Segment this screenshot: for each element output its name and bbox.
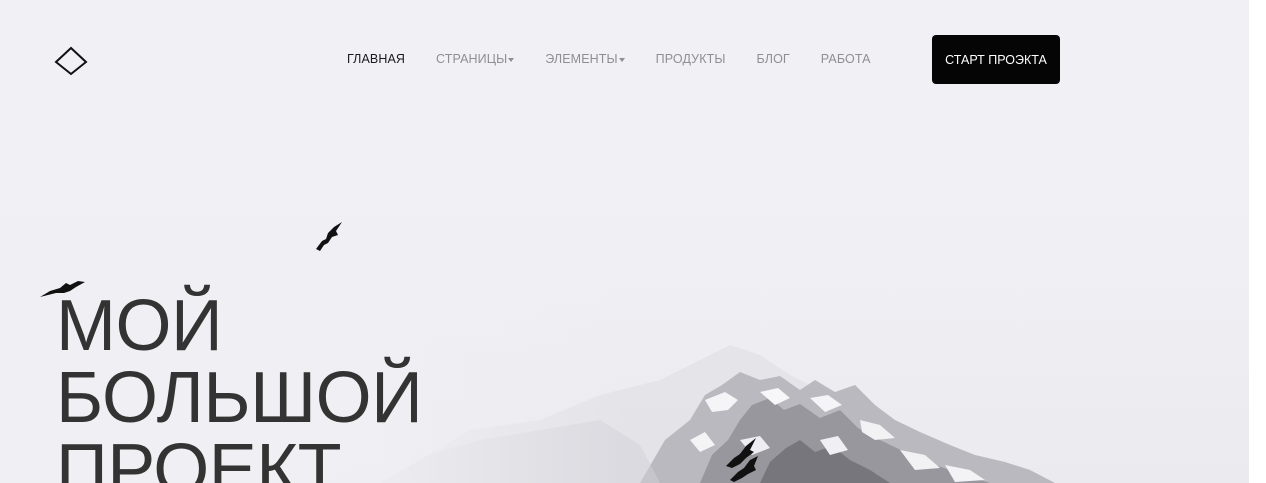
nav-item-pages[interactable]: СТРАНИЦЫ (436, 52, 515, 66)
bird-silhouette (316, 222, 342, 251)
hero-title: МОЙ БОЛЬШОЙ ПРОЕКТ (56, 286, 423, 483)
nav-item-work[interactable]: РАБОТА (821, 52, 871, 66)
nav-item-label: ЭЛЕМЕНТЫ (545, 52, 618, 66)
diamond-logo-icon[interactable] (54, 46, 88, 76)
nav-item-label: РАБОТА (820, 52, 871, 66)
main-navigation: ГЛАВНАЯ СТРАНИЦЫ ЭЛЕМЕНТЫ ПРОДУКТЫ БЛОГ … (347, 52, 871, 66)
bird-silhouette (726, 438, 758, 482)
caret-down-icon (508, 57, 515, 62)
nav-item-label: СТРАНИЦЫ (436, 52, 508, 66)
start-project-label: СТАРТ ПРОЭКТА (945, 52, 1047, 67)
nav-item-blog[interactable]: БЛОГ (756, 52, 789, 66)
hero-title-line: МОЙ (56, 286, 223, 366)
nav-item-label: БЛОГ (756, 52, 790, 66)
hero-section: ГЛАВНАЯ СТРАНИЦЫ ЭЛЕМЕНТЫ ПРОДУКТЫ БЛОГ … (0, 0, 1249, 483)
nav-item-label: ГЛАВНАЯ (347, 52, 406, 66)
nav-item-products[interactable]: ПРОДУКТЫ (656, 52, 726, 66)
nav-item-elements[interactable]: ЭЛЕМЕНТЫ (545, 52, 625, 66)
nav-item-home[interactable]: ГЛАВНАЯ (347, 52, 405, 66)
page: ГЛАВНАЯ СТРАНИЦЫ ЭЛЕМЕНТЫ ПРОДУКТЫ БЛОГ … (0, 0, 1266, 483)
hero-title-line: БОЛЬШОЙ (56, 358, 423, 438)
nav-item-label: ПРОДУКТЫ (655, 52, 726, 66)
caret-down-icon (618, 57, 625, 62)
page-gutter (1249, 0, 1266, 483)
hero-title-line: ПРОЕКТ (56, 430, 342, 483)
start-project-button[interactable]: СТАРТ ПРОЭКТА (932, 35, 1060, 84)
